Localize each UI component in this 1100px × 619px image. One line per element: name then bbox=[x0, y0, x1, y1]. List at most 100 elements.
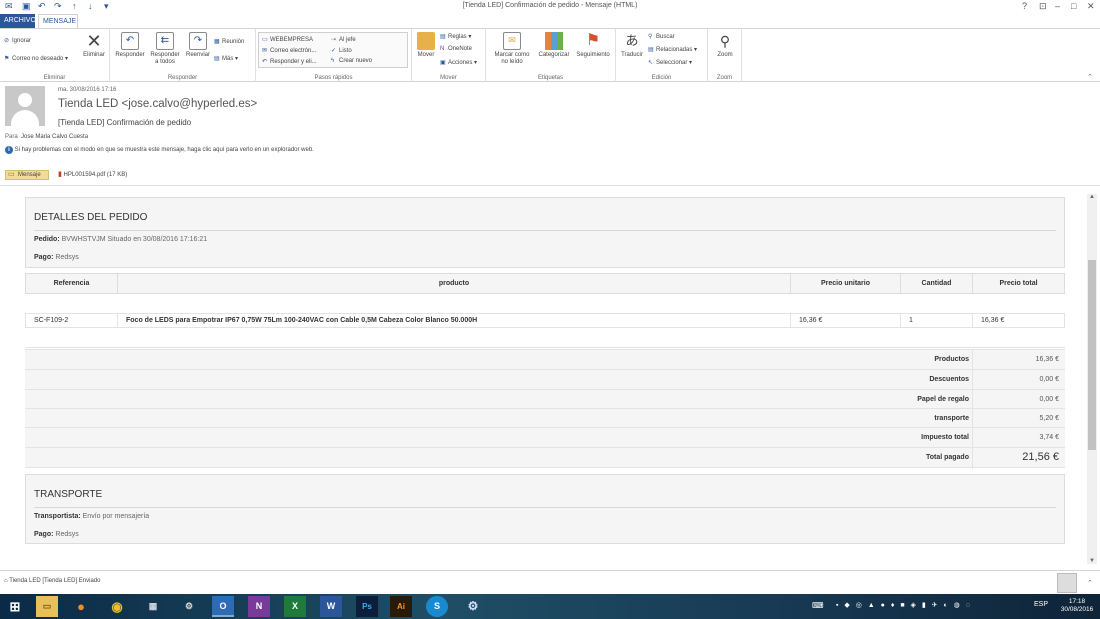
ignorar-button[interactable]: ⊘ Ignorar bbox=[4, 37, 31, 44]
traducir-button[interactable]: あ Traducir bbox=[618, 32, 646, 59]
attachment-message[interactable]: ▭ Mensaje bbox=[5, 170, 49, 180]
related-icon: ▤ bbox=[648, 47, 654, 53]
buscar-label: Buscar bbox=[656, 34, 675, 40]
tab-mensaje[interactable]: MENSAJE bbox=[38, 14, 78, 28]
table-header-row: Referencia producto Precio unitario Cant… bbox=[25, 273, 1065, 294]
magnifier-icon: ⚲ bbox=[719, 33, 731, 49]
group-label-edicion: Edición bbox=[651, 75, 672, 81]
explorer-icon[interactable]: ▭ bbox=[36, 596, 58, 617]
attachment-pdf[interactable]: ▮ HPL001594.pdf (17 KB) bbox=[58, 170, 127, 180]
tab-archivo[interactable]: ARCHIVO bbox=[0, 14, 36, 28]
pedido-label: Pedido: bbox=[34, 236, 60, 243]
seleccionar-button[interactable]: ↖ Seleccionar ▾ bbox=[648, 59, 692, 66]
calculator-icon[interactable]: ▦ bbox=[142, 596, 164, 617]
language-indicator[interactable]: ESP bbox=[1034, 601, 1048, 608]
maximize-button[interactable]: □ bbox=[1071, 1, 1076, 11]
total-label-descuentos: Descuentos bbox=[929, 376, 969, 383]
keyboard-icon[interactable]: ⌨ bbox=[812, 601, 824, 610]
minimize-button[interactable]: – bbox=[1055, 1, 1060, 11]
total-transporte: transporte 5,20 € bbox=[25, 408, 1065, 429]
tray-icons[interactable]: ▪ ◆ ◎ ▲ ● ♦ ■ ◈ ▮ ✈ ◐ ◍ ◌ bbox=[836, 601, 972, 609]
correo-no-deseado-button[interactable]: ⚑ Correo no deseado ▾ bbox=[4, 55, 68, 62]
close-button[interactable]: ✕ bbox=[1087, 1, 1095, 12]
quick-step-correo[interactable]: ✉ Correo electrón... bbox=[262, 47, 316, 54]
group-label-zoom: Zoom bbox=[716, 75, 733, 81]
quick-steps-gallery: ▭ WEBEMPRESA ⇢ Al jefe ✉ Correo electrón...… bbox=[258, 32, 408, 68]
categorize-icon bbox=[545, 32, 563, 50]
skype-icon[interactable]: S bbox=[426, 596, 448, 617]
relacionadas-button[interactable]: ▤ Relacionadas ▾ bbox=[648, 46, 697, 53]
collapse-ribbon-icon[interactable]: ⌃ bbox=[1087, 73, 1093, 81]
onenote-button[interactable]: N OneNote bbox=[440, 46, 472, 52]
illustrator-icon[interactable]: Ai bbox=[390, 596, 412, 617]
total-impuesto: Impuesto total 3,74 € bbox=[25, 427, 1065, 448]
reenviar-button[interactable]: ↷ Reenviar bbox=[184, 32, 212, 59]
pago-label: Pago: bbox=[34, 254, 54, 261]
contact-avatar[interactable] bbox=[1057, 573, 1077, 593]
attachment-pdf-label: HPL001594.pdf (17 KB) bbox=[63, 172, 128, 178]
buscar-button[interactable]: ⚲ Buscar bbox=[648, 33, 675, 40]
marcar-no-leido-button[interactable]: ✉ Marcar como no leído bbox=[490, 32, 534, 66]
tool-icon[interactable]: ⚙ bbox=[178, 596, 200, 617]
tot-sep bbox=[972, 350, 973, 370]
ribbon-options-icon[interactable]: ⊡ bbox=[1039, 1, 1047, 12]
reenviar-label: Reenviar bbox=[185, 52, 210, 58]
team-mail-icon: ✉ bbox=[262, 48, 268, 54]
scroll-down-icon[interactable]: ▼ bbox=[1087, 558, 1097, 564]
acciones-button[interactable]: ▣ Acciones ▾ bbox=[440, 59, 477, 66]
quick-step-webempresa[interactable]: ▭ WEBEMPRESA bbox=[262, 36, 313, 43]
eliminar-button[interactable]: ✕ Eliminar bbox=[80, 32, 108, 59]
help-button[interactable]: ? bbox=[1022, 1, 1027, 11]
scroll-thumb[interactable] bbox=[1088, 260, 1096, 450]
reglas-button[interactable]: ▤ Reglas ▾ bbox=[440, 33, 471, 40]
col-precio-unitario: Precio unitario bbox=[790, 273, 901, 294]
mover-button[interactable]: Mover bbox=[414, 32, 438, 59]
categorizar-button[interactable]: Categorizar bbox=[536, 32, 572, 59]
zoom-button[interactable]: ⚲ Zoom bbox=[712, 32, 738, 59]
onenote-app-icon[interactable]: N bbox=[248, 596, 270, 617]
more-icon: ▤ bbox=[214, 56, 220, 62]
quick-step-al-jefe[interactable]: ⇢ Al jefe bbox=[331, 36, 356, 43]
mover-label: Mover bbox=[417, 52, 435, 58]
quick-step-listo[interactable]: ✓ Listo bbox=[331, 47, 352, 54]
seguimiento-button[interactable]: ⚑ Seguimiento bbox=[574, 32, 612, 59]
sender[interactable]: Tienda LED <jose.calvo@hyperled.es> bbox=[58, 98, 257, 110]
total-value-productos: 16,36 € bbox=[1035, 356, 1059, 363]
listo-label: Listo bbox=[339, 48, 352, 54]
reunion-button[interactable]: ▦ Reunión bbox=[214, 38, 244, 45]
chrome-icon[interactable]: ◉ bbox=[106, 596, 128, 617]
people-pane-text[interactable]: ⌂ Tienda LED [Tienda LED] Enviado bbox=[4, 578, 100, 584]
quick-step-responder-eli[interactable]: ↶ Responder y eli... bbox=[262, 58, 317, 65]
recipient[interactable]: Jose Maria Calvo Cuesta bbox=[21, 134, 88, 140]
excel-icon[interactable]: X bbox=[284, 596, 306, 617]
vertical-scrollbar[interactable]: ▲ ▼ bbox=[1087, 194, 1097, 564]
delete-icon: ✕ bbox=[86, 31, 102, 51]
marcar-label-2: no leído bbox=[501, 59, 523, 65]
total-label-productos: Productos bbox=[934, 356, 969, 363]
info-bar[interactable]: i Si hay problemas con el modo en que se… bbox=[5, 146, 314, 154]
group-label-eliminar: Eliminar bbox=[43, 75, 66, 81]
mas-button[interactable]: ▤ Más ▾ bbox=[214, 55, 238, 62]
responder-todos-button[interactable]: ⇇ Responder a todos bbox=[148, 32, 182, 66]
responder-button[interactable]: ↶ Responder bbox=[114, 32, 146, 59]
flag-icon: ⚑ bbox=[585, 32, 601, 49]
scroll-up-icon[interactable]: ▲ bbox=[1087, 194, 1097, 200]
clock[interactable]: 17:18 30/08/2016 bbox=[1058, 598, 1096, 614]
expand-people-icon[interactable]: ⌃ bbox=[1087, 579, 1093, 587]
outlook-icon[interactable]: O bbox=[212, 596, 234, 617]
title-bar: ✉ ▣ ↶ ↷ ↑ ↓ ▾ [Tienda LED] Confirmación … bbox=[0, 0, 1100, 14]
start-icon[interactable]: ⊞ bbox=[4, 596, 26, 617]
reunion-label: Reunión bbox=[222, 39, 245, 45]
settings-icon[interactable]: ⚙ bbox=[462, 596, 484, 617]
pedido-value: BVWHSTVJM Situado en 30/08/2016 17:16:21 bbox=[61, 236, 208, 243]
word-icon[interactable]: W bbox=[320, 596, 342, 617]
avatar-body bbox=[11, 110, 39, 126]
photoshop-icon[interactable]: Ps bbox=[356, 596, 378, 617]
firefox-icon[interactable]: ● bbox=[70, 596, 92, 617]
sender-avatar bbox=[5, 86, 45, 126]
quick-step-crear-nuevo[interactable]: ϟ Crear nuevo bbox=[331, 58, 372, 64]
taskbar: ⊞ ▭ ● ◉ ▦ ⚙ O N X W Ps Ai S ⚙ ⌨ ▪ ◆ ◎ ▲ … bbox=[0, 594, 1100, 619]
message-date: ma. 30/08/2016 17:16 bbox=[58, 87, 117, 93]
forward-mail-icon: ⇢ bbox=[331, 37, 337, 43]
clock-date: 30/08/2016 bbox=[1060, 606, 1094, 613]
